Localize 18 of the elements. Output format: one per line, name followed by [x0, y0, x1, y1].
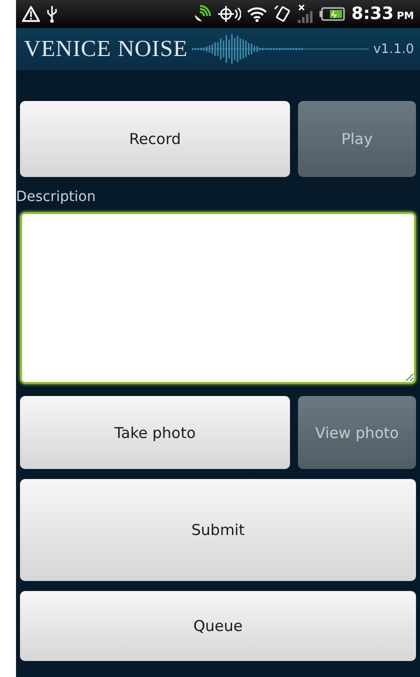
description-label: Description [16, 188, 97, 206]
satellite-icon [193, 5, 212, 23]
usb-icon [46, 5, 58, 23]
battery-icon [319, 7, 346, 21]
app-title: VENICE NOISE [24, 36, 188, 62]
gps-icon [217, 5, 242, 23]
rotation-icon [273, 5, 292, 23]
warning-icon [22, 6, 40, 22]
version-label: v1.1.0 [373, 42, 414, 56]
action-button[interactable]: Record [20, 101, 290, 177]
clock-period: PM [396, 11, 414, 22]
action-button[interactable]: Take photo [20, 396, 290, 469]
no-signal-icon [297, 4, 314, 24]
action-button[interactable]: Queue [20, 591, 416, 661]
description-field[interactable] [20, 212, 416, 384]
wifi-icon [247, 6, 268, 22]
clock-time: 8:33 [351, 4, 394, 24]
action-button[interactable]: Submit [20, 479, 416, 581]
